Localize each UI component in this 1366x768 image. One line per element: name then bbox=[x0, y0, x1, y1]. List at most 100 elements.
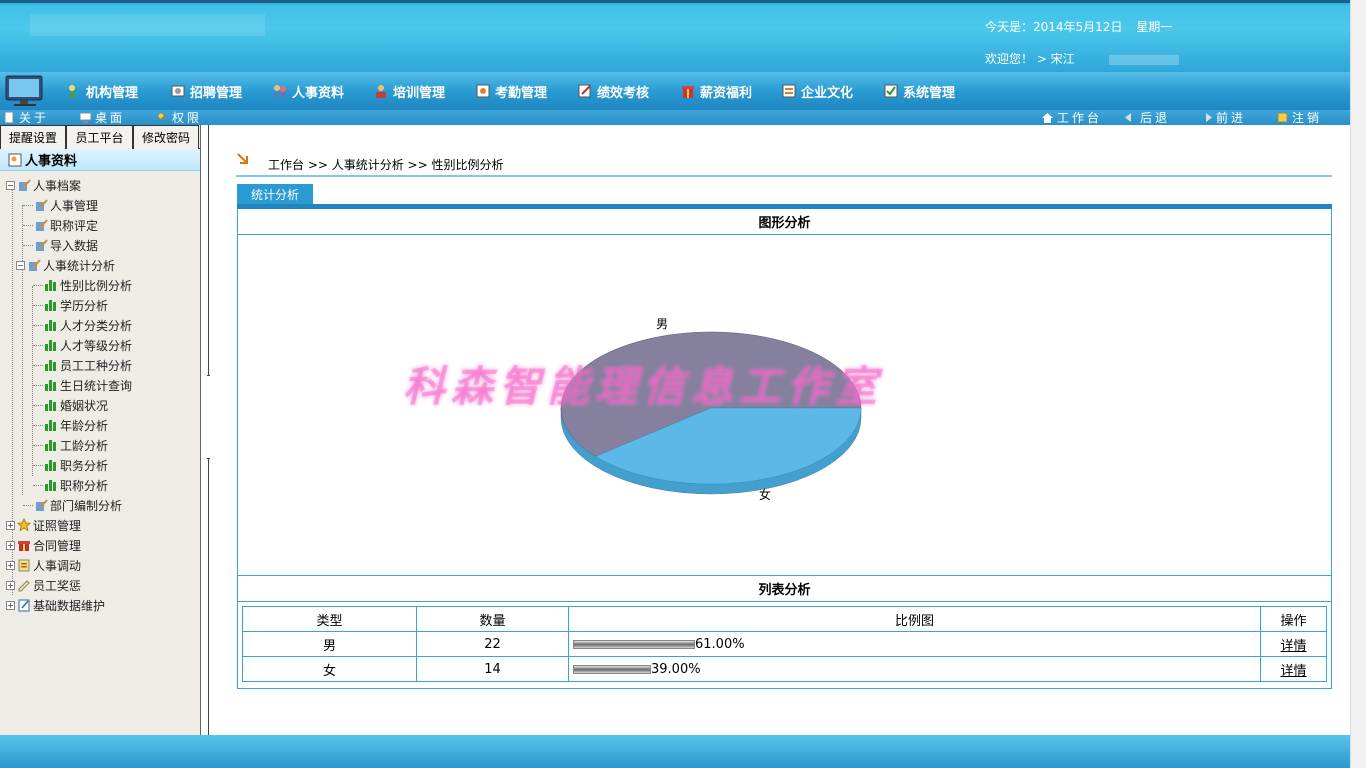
app-logo bbox=[30, 14, 265, 36]
table-header-row: 类型 数量 比例图 操作 bbox=[242, 606, 1327, 632]
nav-item-recruit[interactable]: 招聘管理 bbox=[170, 80, 242, 102]
desktop-link[interactable]: 桌面 bbox=[80, 110, 125, 125]
tree-node-birthday[interactable]: 生日统计查询 bbox=[0, 375, 200, 395]
nav-item-salary[interactable]: 薪资福利 bbox=[680, 80, 752, 102]
workbench-link[interactable]: 工作台 bbox=[1042, 110, 1102, 125]
logout-icon bbox=[1277, 112, 1288, 123]
date-label: 今天是：2014年5月12日 bbox=[985, 20, 1123, 34]
about-link[interactable]: 关于 bbox=[4, 110, 49, 125]
ratio-text: 39.00% bbox=[651, 661, 701, 677]
ratio-bar bbox=[573, 664, 651, 674]
col-count: 数量 bbox=[416, 606, 569, 632]
salary-icon bbox=[682, 86, 694, 98]
pencil-user-icon bbox=[19, 179, 31, 191]
tree-node-age[interactable]: 年龄分析 bbox=[0, 415, 200, 435]
personnel-folder-icon bbox=[8, 153, 22, 166]
nav-item-personnel[interactable]: 人事资料 bbox=[272, 80, 344, 102]
tab-statistics[interactable]: 统计分析 bbox=[237, 184, 313, 204]
edit-icon bbox=[18, 580, 30, 592]
tree-node-dept-staffing[interactable]: 部门编制分析 bbox=[0, 495, 200, 515]
tree-connector bbox=[33, 344, 43, 346]
document-icon bbox=[4, 112, 14, 123]
tree-label: 导入数据 bbox=[50, 238, 99, 253]
nav-item-org[interactable]: 机构管理 bbox=[66, 80, 138, 102]
tree-node-talent-category[interactable]: 人才分类分析 bbox=[0, 315, 200, 335]
desktop-icon bbox=[80, 112, 91, 123]
tree-node-personnel-archive[interactable]: − 人事档案 bbox=[0, 175, 200, 195]
tree-label: 人才等级分析 bbox=[60, 338, 133, 353]
tree-node-license[interactable]: + 证照管理 bbox=[0, 515, 200, 535]
tree-label: 职务分析 bbox=[60, 458, 109, 473]
pencil-user-icon bbox=[36, 219, 48, 231]
tree-node-seniority[interactable]: 工龄分析 bbox=[0, 435, 200, 455]
detail-link[interactable]: 详情 bbox=[1280, 639, 1306, 654]
logout-label: 注销 bbox=[1292, 111, 1323, 125]
chart-area: 男女 科森智能理信息工作室 bbox=[238, 235, 1331, 576]
analysis-table: 类型 数量 比例图 操作 男 22 61.00% 详情 女 14 39.00% … bbox=[242, 606, 1327, 682]
expand-icon[interactable]: + bbox=[6, 560, 15, 570]
home-icon bbox=[1042, 113, 1053, 123]
tree-node-personnel-stats[interactable]: − 人事统计分析 bbox=[0, 255, 200, 275]
expand-icon[interactable]: + bbox=[6, 580, 15, 590]
tree-node-job-type[interactable]: 员工工种分析 bbox=[0, 355, 200, 375]
tree-node-title-evaluation[interactable]: 职称评定 bbox=[0, 215, 200, 235]
back-link[interactable]: 后退 bbox=[1125, 110, 1170, 125]
nav-item-performance[interactable]: 绩效考核 bbox=[577, 80, 649, 102]
tree-connector bbox=[23, 504, 33, 506]
tree-connector bbox=[33, 464, 43, 466]
tree-node-gender-ratio[interactable]: 性别比例分析 bbox=[0, 275, 200, 295]
sidebar-splitter[interactable] bbox=[201, 125, 215, 735]
expand-icon[interactable]: + bbox=[6, 520, 15, 530]
tab-reminder-settings[interactable]: 提醒设置 bbox=[0, 125, 66, 149]
ratio-text: 61.00% bbox=[695, 636, 745, 652]
expand-icon[interactable]: + bbox=[6, 540, 15, 550]
tree-node-base-data[interactable]: + 基础数据维护 bbox=[0, 595, 200, 615]
nav-item-culture[interactable]: 企业文化 bbox=[781, 80, 853, 102]
arrow-right-icon bbox=[1206, 113, 1212, 122]
key-icon bbox=[157, 112, 167, 120]
forward-link[interactable]: 前进 bbox=[1201, 110, 1246, 125]
tab-change-password[interactable]: 修改密码 bbox=[133, 125, 199, 149]
tab-employee-platform[interactable]: 员工平台 bbox=[66, 125, 133, 149]
nav-label: 绩效考核 bbox=[597, 85, 650, 101]
breadcrumb: 工作台 >> 人事统计分析 >> 性别比例分析 bbox=[236, 153, 1332, 177]
arrow-left-icon bbox=[1125, 113, 1131, 122]
tree-connector bbox=[33, 484, 43, 486]
chart-section-title: 图形分析 bbox=[238, 209, 1331, 235]
edit-page-icon bbox=[18, 599, 30, 612]
tree-node-import-data[interactable]: 导入数据 bbox=[0, 235, 200, 255]
tree-node-marital[interactable]: 婚姻状况 bbox=[0, 395, 200, 415]
tree-label: 职称分析 bbox=[60, 478, 109, 493]
nav-label: 招聘管理 bbox=[190, 85, 243, 101]
tree-node-talent-level[interactable]: 人才等级分析 bbox=[0, 335, 200, 355]
bar-chart-icon bbox=[45, 300, 56, 311]
collapse-icon[interactable]: − bbox=[16, 260, 25, 270]
cell-ratio: 39.00% bbox=[568, 656, 1261, 682]
main-nav: 机构管理 招聘管理 人事资料 培训管理 考勤管理 绩效考核 薪资福利 企业文化 … bbox=[0, 72, 1350, 110]
page-scrollbar[interactable] bbox=[1350, 0, 1366, 768]
personnel-icon bbox=[274, 85, 286, 97]
expand-icon[interactable]: + bbox=[6, 600, 15, 610]
tab-strip: 统计分析 bbox=[237, 184, 1332, 209]
nav-item-attendance[interactable]: 考勤管理 bbox=[475, 80, 547, 102]
tree-node-contract[interactable]: + 合同管理 bbox=[0, 535, 200, 555]
logout-link[interactable]: 注销 bbox=[1277, 110, 1322, 125]
about-label: 关于 bbox=[19, 111, 50, 125]
nav-label: 机构管理 bbox=[86, 85, 139, 101]
detail-link[interactable]: 详情 bbox=[1280, 664, 1306, 679]
bar-chart-icon bbox=[45, 320, 56, 331]
nav-item-training[interactable]: 培训管理 bbox=[373, 80, 445, 102]
tree-node-position[interactable]: 职务分析 bbox=[0, 455, 200, 475]
nav-item-system[interactable]: 系统管理 bbox=[883, 80, 955, 102]
nav-label: 企业文化 bbox=[801, 85, 854, 101]
gift-icon bbox=[18, 541, 30, 551]
monitor-icon bbox=[5, 75, 43, 106]
tree-node-title[interactable]: 职称分析 bbox=[0, 475, 200, 495]
tree-node-education[interactable]: 学历分析 bbox=[0, 295, 200, 315]
pie-label-female: 女 bbox=[759, 487, 771, 502]
tree-node-transfer[interactable]: + 人事调动 bbox=[0, 555, 200, 575]
tree-node-rewards[interactable]: + 员工奖惩 bbox=[0, 575, 200, 595]
tree-node-personnel-management[interactable]: 人事管理 bbox=[0, 195, 200, 215]
permission-link[interactable]: 权限 bbox=[157, 110, 202, 125]
collapse-icon[interactable]: − bbox=[6, 180, 15, 190]
